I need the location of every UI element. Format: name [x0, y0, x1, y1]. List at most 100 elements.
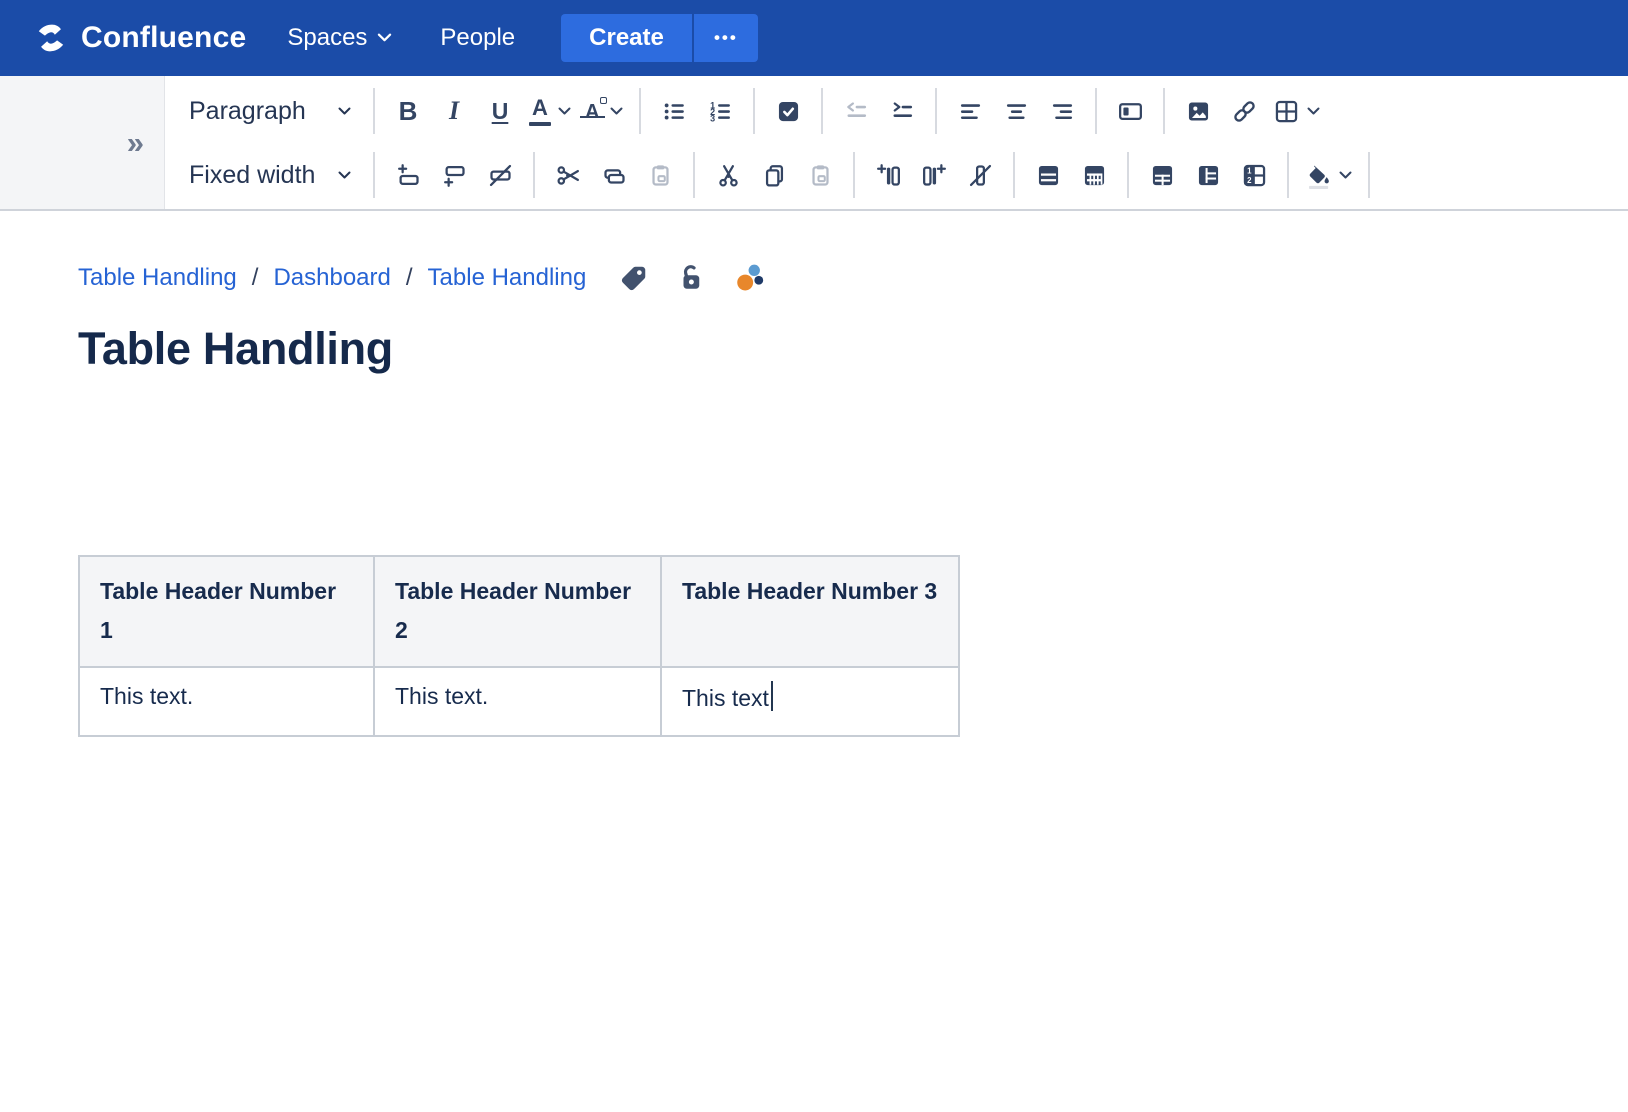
align-right-button[interactable]	[1039, 88, 1085, 134]
col-add-left-icon	[875, 162, 902, 189]
merge-cells-button[interactable]	[1139, 152, 1185, 198]
bullet-list-button[interactable]	[651, 88, 697, 134]
cut-row-button[interactable]	[545, 152, 591, 198]
cell-color-button[interactable]	[1299, 152, 1358, 198]
confluence-logo-icon	[34, 21, 68, 55]
breadcrumb-link-1[interactable]: Dashboard	[273, 264, 390, 292]
insert-link-button[interactable]	[1221, 88, 1267, 134]
cell-color-icon	[1305, 162, 1332, 189]
unlocked-icon[interactable]	[676, 263, 706, 293]
italic-button[interactable]: I	[431, 88, 477, 134]
toolbar-separator	[533, 152, 535, 198]
content-table: Table Header Number 1Table Header Number…	[78, 555, 960, 737]
toolbar-separator	[1127, 152, 1129, 198]
task-list-button[interactable]	[765, 88, 811, 134]
nav-item-spaces[interactable]: Spaces	[263, 0, 416, 76]
content-table-wrap: Table Header Number 1Table Header Number…	[78, 555, 1628, 737]
text-color-icon: A	[529, 97, 551, 126]
insert-row-above-button[interactable]	[385, 152, 431, 198]
toolbar-separator	[1095, 88, 1097, 134]
text-color-button[interactable]: A	[523, 88, 577, 134]
page-layout-icon	[1117, 98, 1144, 125]
row-delete-icon	[487, 162, 514, 189]
insert-table-button[interactable]	[1267, 88, 1326, 134]
editor-content: Table Handling/Dashboard/Table Handling …	[0, 261, 1628, 737]
header-row-icon	[1035, 162, 1062, 189]
table-cell[interactable]: This text	[661, 667, 959, 736]
breadcrumb-link-2[interactable]: Table Handling	[428, 264, 587, 292]
app-badge-icon[interactable]	[733, 261, 767, 295]
page-layout-button[interactable]	[1107, 88, 1153, 134]
align-right-icon	[1049, 98, 1076, 125]
table-row: This text.This text.This text	[79, 667, 959, 736]
table-cell[interactable]: This text.	[79, 667, 374, 736]
toolbar-separator	[1287, 152, 1289, 198]
table-header-cell[interactable]: Table Header Number 2	[374, 556, 661, 667]
indent-icon	[889, 98, 916, 125]
chevron-down-icon	[558, 107, 571, 116]
paragraph-style-dropdown[interactable]: Paragraph	[185, 88, 363, 134]
image-icon	[1185, 98, 1212, 125]
paragraph-style-dropdown-label: Paragraph	[189, 97, 306, 126]
breadcrumb: Table Handling/Dashboard/Table Handling	[78, 261, 1628, 295]
delete-row-button[interactable]	[477, 152, 523, 198]
cut-icon	[715, 162, 742, 189]
paste-row-button[interactable]	[637, 152, 683, 198]
bold-button[interactable]: B	[385, 88, 431, 134]
numbering-column-icon: 12	[1241, 162, 1268, 189]
numbered-list-button[interactable]: 123	[697, 88, 743, 134]
copy-button[interactable]	[751, 152, 797, 198]
underline-button[interactable]: U	[477, 88, 523, 134]
copy-row-button[interactable]	[591, 152, 637, 198]
delete-column-button[interactable]	[957, 152, 1003, 198]
align-center-button[interactable]	[993, 88, 1039, 134]
create-more-button[interactable]: •••	[694, 14, 758, 62]
nav-item-label: People	[440, 24, 515, 52]
table-cell[interactable]: This text.	[374, 667, 661, 736]
split-cell-icon	[1195, 162, 1222, 189]
align-center-icon	[1003, 98, 1030, 125]
insert-files-images-button[interactable]	[1175, 88, 1221, 134]
more-formatting-button[interactable]: A	[577, 88, 629, 134]
label-tag-icon[interactable]	[619, 263, 649, 293]
insert-column-left-button[interactable]	[865, 152, 911, 198]
underline-icon: U	[492, 100, 509, 123]
table-header-cell[interactable]: Table Header Number 3	[661, 556, 959, 667]
bullet-list-icon	[661, 98, 688, 125]
row-add-above-icon	[395, 162, 422, 189]
top-nav-bar: Confluence Spaces People Create •••	[0, 0, 1628, 76]
text-cursor	[771, 681, 774, 711]
paste-button[interactable]	[797, 152, 843, 198]
nav-item-label: Spaces	[287, 24, 367, 52]
align-left-button[interactable]	[947, 88, 993, 134]
table-width-dropdown[interactable]: Fixed width	[185, 152, 363, 198]
table-header-cell[interactable]: Table Header Number 1	[79, 556, 374, 667]
header-column-icon	[1081, 162, 1108, 189]
nav-item-people[interactable]: People	[416, 0, 539, 76]
toolbar-separator	[1368, 152, 1370, 198]
page-title[interactable]: Table Handling	[78, 323, 1628, 375]
header-column-button[interactable]	[1071, 152, 1117, 198]
toolbar-separator	[373, 152, 375, 198]
insert-column-right-button[interactable]	[911, 152, 957, 198]
table-header-row: Table Header Number 1Table Header Number…	[79, 556, 959, 667]
breadcrumb-link-0[interactable]: Table Handling	[78, 264, 237, 292]
numbering-column-button[interactable]: 12	[1231, 152, 1277, 198]
indent-button[interactable]	[879, 88, 925, 134]
cut-button[interactable]	[705, 152, 751, 198]
copy-row-icon	[601, 162, 628, 189]
create-button[interactable]: Create	[561, 14, 692, 62]
copy-icon	[761, 162, 788, 189]
outdent-button[interactable]	[833, 88, 879, 134]
chevron-down-icon	[610, 107, 623, 116]
toolbar-separator	[693, 152, 695, 198]
header-row-button[interactable]	[1025, 152, 1071, 198]
confluence-home-link[interactable]: Confluence	[34, 21, 246, 55]
italic-icon: I	[449, 98, 459, 124]
toolbar-separator	[1013, 152, 1015, 198]
insert-row-below-button[interactable]	[431, 152, 477, 198]
expand-sidebar-button[interactable]: »	[127, 127, 144, 158]
split-cell-button[interactable]	[1185, 152, 1231, 198]
outdent-icon	[843, 98, 870, 125]
numbered-list-icon: 123	[707, 98, 734, 125]
